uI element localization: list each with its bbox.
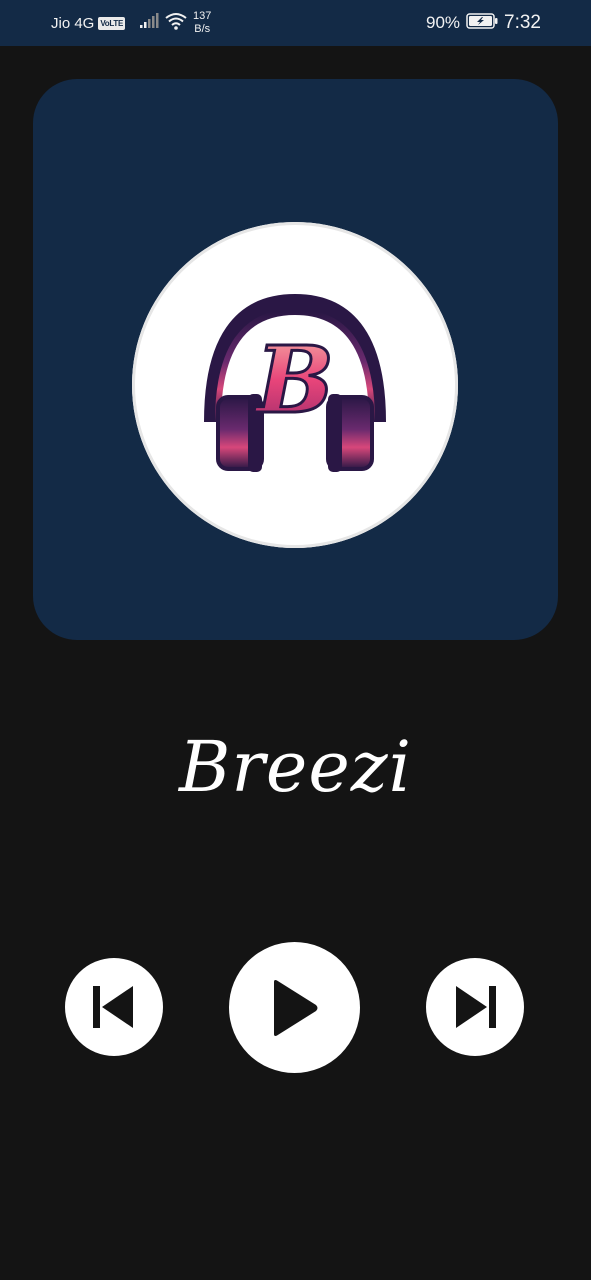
wifi-icon	[165, 12, 187, 35]
logo-letter: B	[253, 326, 334, 434]
play-button[interactable]	[229, 942, 360, 1073]
next-icon	[456, 986, 496, 1028]
status-bar: Jio 4G VoLTE 137 B/s 90% 7:32	[0, 0, 591, 46]
next-button[interactable]	[426, 958, 524, 1056]
previous-icon	[93, 986, 133, 1028]
clock: 7:32	[504, 12, 541, 33]
carrier-label: Jio 4G	[51, 14, 95, 32]
volte-badge: VoLTE	[98, 16, 126, 30]
album-art-card: B	[33, 79, 558, 640]
net-speed: 137 B/s	[193, 10, 211, 36]
status-left: Jio 4G VoLTE 137 B/s	[51, 10, 211, 36]
logo-disc: B	[132, 222, 458, 548]
net-speed-unit: B/s	[194, 23, 211, 35]
battery-percent: 90%	[425, 13, 461, 32]
status-right: 90% 7:32	[426, 12, 541, 34]
signal-icon	[139, 12, 159, 34]
net-speed-value: 137	[193, 10, 212, 22]
battery-charging-icon	[466, 12, 498, 34]
previous-button[interactable]	[65, 958, 163, 1056]
track-title: Breezi	[178, 726, 413, 808]
play-icon	[273, 979, 317, 1036]
headphones-logo-icon: B	[204, 293, 386, 472]
